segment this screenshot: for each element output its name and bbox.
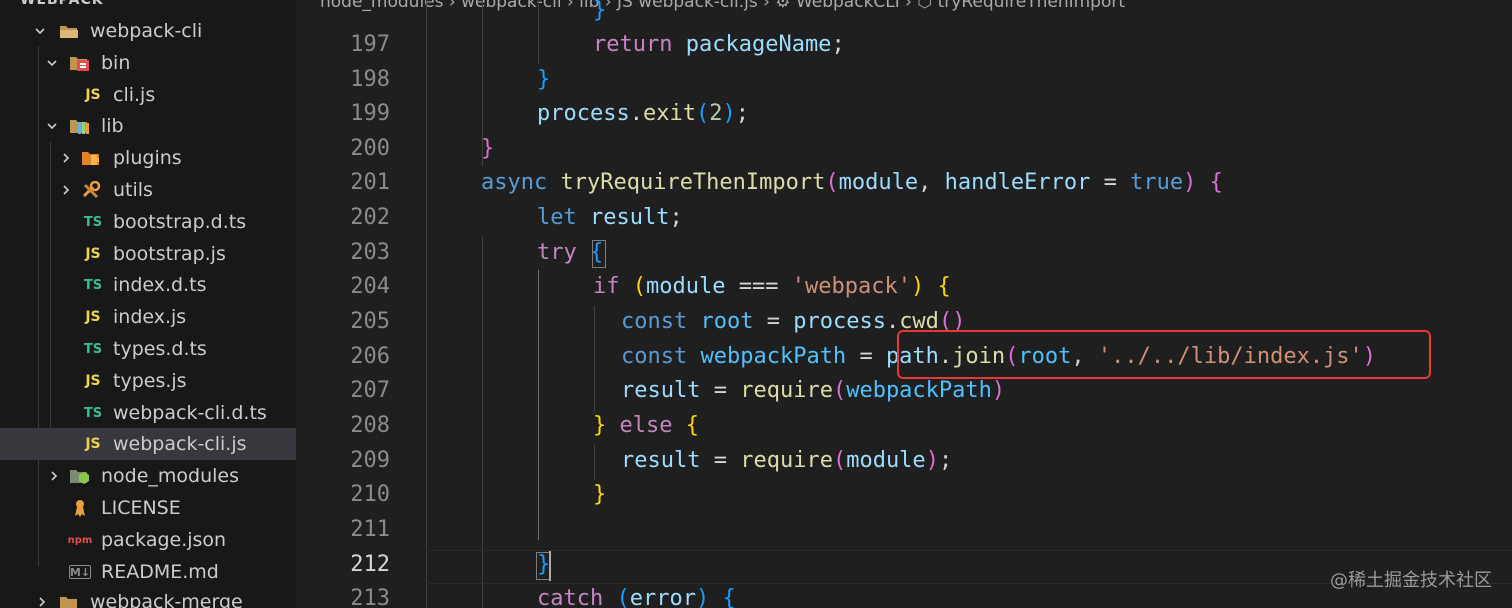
chevron-right-icon xyxy=(60,152,72,164)
tree-folder-utils[interactable]: utils xyxy=(0,174,296,206)
javascript-file-icon: JS xyxy=(85,87,101,103)
tree-file-webpack-cli-js[interactable]: JS webpack-cli.js xyxy=(0,428,296,460)
line-number: 205 xyxy=(350,309,390,334)
typescript-def-file-icon: TS xyxy=(83,214,103,230)
line-number: 201 xyxy=(350,170,390,195)
folder-lib-icon xyxy=(69,116,91,136)
code-line-198[interactable]: } xyxy=(537,63,550,98)
tree-file-webpack-cli-d-ts[interactable]: TS webpack-cli.d.ts xyxy=(0,397,296,429)
tree-folder-lib[interactable]: lib xyxy=(0,110,296,142)
indent-guide xyxy=(426,0,427,608)
line-number: 208 xyxy=(350,413,390,438)
tree-file-readme-md[interactable]: M↓ README.md xyxy=(0,556,296,588)
breadcrumb[interactable]: node_modules › webpack-cli › lib › JS we… xyxy=(296,0,1512,14)
tree-file-bootstrap-d-ts[interactable]: TS bootstrap.d.ts xyxy=(0,206,296,238)
chevron-down-icon xyxy=(46,57,58,69)
code-line-209[interactable]: result = require(module); xyxy=(621,444,952,479)
code-line-196[interactable]: } xyxy=(593,0,606,29)
tree-file-index-d-ts[interactable]: TS index.d.ts xyxy=(0,269,296,301)
line-number: 197 xyxy=(350,32,390,57)
line-number: 207 xyxy=(350,378,390,403)
code-line-199[interactable]: process.exit(2); xyxy=(537,97,749,132)
typescript-def-file-icon: TS xyxy=(83,277,103,293)
tree-file-license[interactable]: LICENSE xyxy=(0,492,296,524)
folder-utils-icon xyxy=(81,180,103,200)
tree-folder-webpack-cli[interactable]: webpack-cli xyxy=(0,15,296,47)
npm-file-icon: npm xyxy=(67,534,93,546)
chevron-right-icon xyxy=(60,184,72,196)
line-number: 213 xyxy=(350,586,390,608)
explorer-sidebar: WEBPACK webpack-cli bin JS cli.js lib pl… xyxy=(0,0,296,608)
annotation-highlight-box xyxy=(897,330,1431,379)
tree-folder-plugins[interactable]: plugins xyxy=(0,142,296,174)
typescript-def-file-icon: TS xyxy=(83,341,103,357)
explorer-section-header[interactable]: WEBPACK xyxy=(0,0,296,12)
line-number-active: 212 xyxy=(350,552,390,577)
indent-guide xyxy=(594,306,595,412)
tree-file-cli-js[interactable]: JS cli.js xyxy=(0,79,296,111)
typescript-def-file-icon: TS xyxy=(83,405,103,421)
tree-file-types-d-ts[interactable]: TS types.d.ts xyxy=(0,333,296,365)
text-cursor xyxy=(549,551,551,581)
tree-folder-node-modules[interactable]: node_modules xyxy=(0,460,296,492)
license-file-icon xyxy=(69,498,91,518)
indent-guide xyxy=(538,0,539,64)
watermark: @稀土掘金技术社区 xyxy=(1330,570,1492,591)
tree-file-package-json[interactable]: npm package.json xyxy=(0,524,296,556)
javascript-file-icon: JS xyxy=(85,373,101,389)
line-number: 198 xyxy=(350,67,390,92)
javascript-file-icon: JS xyxy=(85,436,101,452)
javascript-file-icon: JS xyxy=(85,246,101,262)
bracket-match-highlight xyxy=(592,240,606,268)
line-number: 206 xyxy=(350,344,390,369)
folder-plugins-icon xyxy=(81,148,103,168)
active-indent-guide xyxy=(538,270,539,540)
explorer-section-title: WEBPACK xyxy=(20,0,104,8)
tree-file-bootstrap-js[interactable]: JS bootstrap.js xyxy=(0,238,296,270)
chevron-down-icon xyxy=(46,120,58,132)
tree-file-types-js[interactable]: JS types.js xyxy=(0,365,296,397)
tree-folder-bin[interactable]: bin xyxy=(0,47,296,79)
chevron-right-icon xyxy=(36,596,48,608)
line-number: 210 xyxy=(350,482,390,507)
folder-node-icon xyxy=(69,466,91,486)
indent-guide xyxy=(594,444,595,480)
line-number: 200 xyxy=(350,136,390,161)
line-number: 202 xyxy=(350,205,390,230)
tree-file-index-js[interactable]: JS index.js xyxy=(0,301,296,333)
code-editor[interactable]: node_modules › webpack-cli › lib › JS we… xyxy=(296,0,1512,608)
folder-bin-icon xyxy=(69,53,91,73)
code-line-204[interactable]: if (module === 'webpack') { xyxy=(593,270,951,305)
chevron-right-icon xyxy=(48,470,60,482)
folder-open-icon xyxy=(58,21,80,41)
line-number: 211 xyxy=(350,517,390,542)
markdown-file-icon: M↓ xyxy=(69,565,91,579)
line-number: 203 xyxy=(350,240,390,265)
code-line-208[interactable]: } else { xyxy=(593,409,699,444)
chevron-down-icon xyxy=(34,25,46,37)
code-line-200[interactable]: } xyxy=(481,132,494,167)
javascript-file-icon: JS xyxy=(85,309,101,325)
code-line-213[interactable]: catch (error) { xyxy=(537,582,736,608)
code-line-210[interactable]: } xyxy=(593,478,606,513)
folder-icon xyxy=(58,592,80,608)
line-number: 204 xyxy=(350,274,390,299)
tree-folder-webpack-merge[interactable]: webpack-merge xyxy=(0,586,296,608)
code-line-197[interactable]: return packageName; xyxy=(593,28,845,63)
code-line-202[interactable]: let result; xyxy=(537,201,683,236)
code-line-201[interactable]: async tryRequireThenImport(module, handl… xyxy=(481,166,1223,201)
code-line-207[interactable]: result = require(webpackPath) xyxy=(621,374,1005,409)
line-number: 199 xyxy=(350,101,390,126)
line-number: 209 xyxy=(350,448,390,473)
bracket-match-highlight xyxy=(536,552,550,580)
